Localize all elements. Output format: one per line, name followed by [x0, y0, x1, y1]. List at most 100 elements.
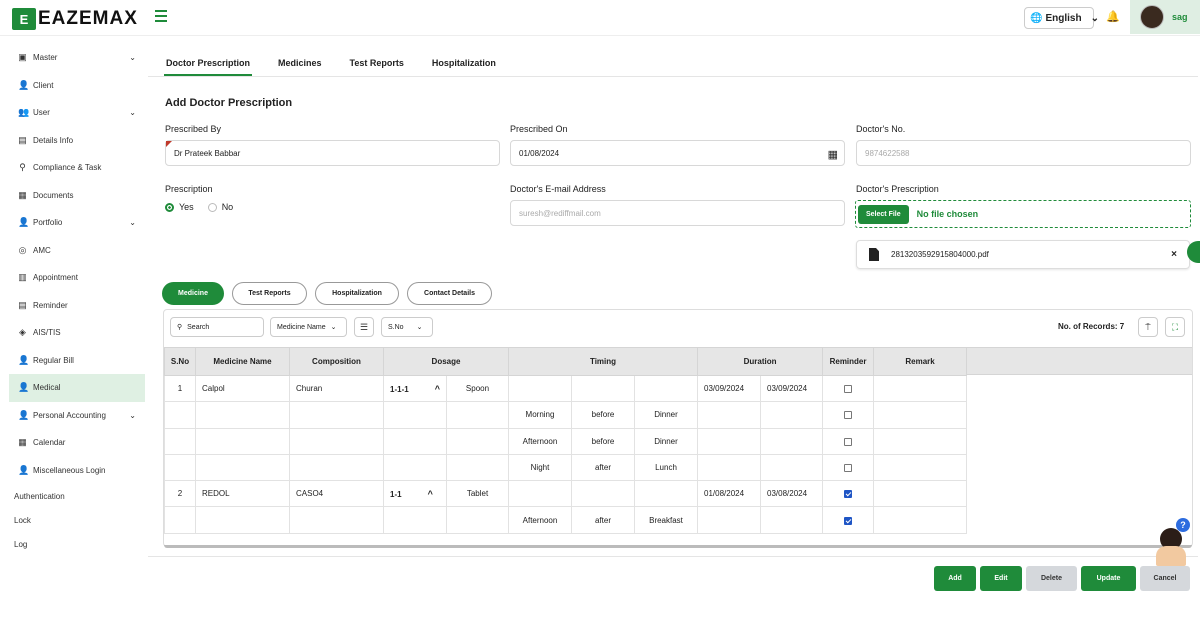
- sidebar-item-medical[interactable]: 👤 Medical: [9, 374, 145, 402]
- sidebar-item-lock[interactable]: Lock: [0, 508, 145, 532]
- uploaded-file-card: 2813203592915804000.pdf ×: [856, 240, 1190, 269]
- sidebar-item-label: Details Info: [33, 135, 74, 145]
- sidebar-item-ais-tis[interactable]: ◈ AIS/TIS: [0, 319, 145, 347]
- sidebar-item-reminder[interactable]: ▤ Reminder: [0, 292, 145, 320]
- table-row[interactable]: 1 Calpol Churan 1-1-1 ^ Spoon 03/09/2024 03/09/…: [164, 374, 968, 403]
- reminder-checkbox[interactable]: [844, 490, 853, 499]
- sidebar-item-appointment[interactable]: ▥ Appointment: [0, 264, 145, 292]
- sidebar-item-compliance-task[interactable]: ⚲ Compliance & Task: [0, 154, 145, 182]
- uploaded-file-name[interactable]: 2813203592915804000.pdf: [891, 250, 989, 259]
- delete-button[interactable]: Delete: [1026, 566, 1077, 591]
- tab-test-reports[interactable]: Test Reports: [348, 52, 406, 76]
- doctor-prescription-label: Doctor's Prescription: [856, 184, 939, 194]
- col-composition[interactable]: Composition: [289, 347, 384, 376]
- sidebar-item-portfolio[interactable]: 👤 Portfolio ⌄: [0, 209, 145, 237]
- sidebar-item-label: AIS/TIS: [33, 328, 61, 338]
- user-menu[interactable]: sag: [1130, 0, 1200, 34]
- reminder-checkbox[interactable]: [844, 411, 853, 420]
- doctor-email-field[interactable]: suresh@rediffmail.com: [510, 200, 845, 226]
- add-button[interactable]: Add: [934, 566, 976, 591]
- col-remark[interactable]: Remark: [873, 347, 968, 376]
- sidebar-item-regular-bill[interactable]: 👤 Regular Bill: [0, 347, 145, 375]
- chevron-up-icon[interactable]: ^: [428, 489, 433, 499]
- cell-reminder: [822, 401, 875, 429]
- sidebar-item-calendar[interactable]: ▦ Calendar: [0, 429, 145, 457]
- sidebar-item-client[interactable]: 👤 Client: [0, 72, 145, 100]
- sidebar-item-master[interactable]: ▣ Master ⌄: [0, 44, 145, 72]
- col-medicine-name[interactable]: Medicine Name: [195, 347, 290, 376]
- cell-t2: [571, 374, 635, 403]
- sidebar-item-label: Documents: [33, 190, 74, 200]
- cell-text: REDOL: [202, 489, 230, 499]
- cell-comp: Churan: [289, 374, 384, 403]
- menu-toggle-icon[interactable]: [155, 10, 167, 22]
- help-assistant[interactable]: ?: [1152, 518, 1192, 566]
- sort-field-select[interactable]: S.No ⌄: [381, 317, 433, 337]
- doctor-no-field[interactable]: 9874622588: [856, 140, 1191, 166]
- sidebar-item-authentication[interactable]: Authentication: [0, 484, 145, 508]
- table-row[interactable]: Afternoon before Dinner: [164, 427, 968, 455]
- tab-doctor-prescription[interactable]: Doctor Prescription: [164, 52, 253, 76]
- sidebar-item-documents[interactable]: ▦ Documents: [0, 182, 145, 210]
- prescribed-on-field[interactable]: 01/08/2024 ▦: [510, 140, 845, 166]
- col-duration[interactable]: Duration: [697, 347, 824, 376]
- avatar: [1140, 5, 1164, 29]
- chevron-up-icon[interactable]: ^: [435, 384, 440, 394]
- calendar-icon[interactable]: ▦: [828, 148, 838, 161]
- yes-label: Yes: [179, 202, 194, 212]
- prescribed-by-field[interactable]: Dr Prateek Babbar: [165, 140, 500, 166]
- subtab-medicine[interactable]: Medicine: [162, 282, 224, 305]
- cell-t3: Dinner: [633, 427, 699, 455]
- tab-hospitalization[interactable]: Hospitalization: [430, 52, 498, 76]
- prescription-no-radio[interactable]: No: [207, 202, 233, 212]
- cell-t1: Morning: [508, 401, 572, 429]
- cell-sno: 1: [164, 374, 196, 403]
- reminder-checkbox[interactable]: [844, 516, 853, 525]
- sidebar-item-log[interactable]: Log: [0, 532, 145, 556]
- search-input[interactable]: ⚲ Search: [170, 317, 264, 337]
- reminder-checkbox[interactable]: [844, 463, 853, 472]
- col-timing[interactable]: Timing: [507, 347, 699, 376]
- subtab-test-reports[interactable]: Test Reports: [232, 282, 307, 305]
- sidebar-item-personal-accounting[interactable]: 👤 Personal Accounting ⌄: [0, 402, 145, 430]
- edit-button[interactable]: Edit: [980, 566, 1022, 591]
- sidebar-item-miscellaneous-login[interactable]: 👤 Miscellaneous Login: [0, 457, 145, 485]
- cell-t3: Dinner: [633, 401, 699, 429]
- col-sno[interactable]: S.No: [164, 347, 196, 376]
- bell-icon[interactable]: 🔔: [1106, 10, 1120, 23]
- remove-file-icon[interactable]: ×: [1171, 249, 1177, 260]
- subtab-contact-details[interactable]: Contact Details: [407, 282, 492, 305]
- cell-to: 03/08/2024: [760, 480, 824, 508]
- language-selector[interactable]: 🌐 English ⌄: [1024, 7, 1099, 29]
- app-logo[interactable]: E EAZEMAX: [12, 8, 138, 30]
- reminder-checkbox[interactable]: [844, 437, 853, 446]
- sidebar-item-details-info[interactable]: ▤ Details Info: [0, 127, 145, 155]
- sidebar-item-label: Medical: [33, 383, 61, 393]
- col-reminder[interactable]: Reminder: [822, 347, 875, 376]
- tab-medicines[interactable]: Medicines: [276, 52, 324, 76]
- table-row[interactable]: Morning before Dinner: [164, 401, 968, 429]
- prescription-yes-radio[interactable]: Yes: [165, 202, 194, 212]
- sidebar-item-user[interactable]: 👥 User ⌄: [0, 99, 145, 127]
- subtab-hospitalization[interactable]: Hospitalization: [315, 282, 399, 305]
- reminder-checkbox[interactable]: [844, 385, 853, 394]
- cell-sno: [164, 427, 196, 455]
- sidebar-item-label: Portfolio: [33, 218, 63, 228]
- column-filter-icon[interactable]: ⍑: [1138, 317, 1158, 337]
- table-row[interactable]: Afternoon after Breakfast: [164, 506, 968, 534]
- file-upload-field[interactable]: Select File No file chosen: [855, 200, 1191, 228]
- cell-unit: [446, 427, 509, 455]
- expand-icon[interactable]: ⛶: [1165, 317, 1185, 337]
- sidebar-item-amc[interactable]: ◎ AMC: [0, 237, 145, 265]
- cell-to: 03/09/2024: [760, 374, 824, 403]
- cancel-button[interactable]: Cancel: [1140, 566, 1190, 591]
- wallet-icon: 👤: [18, 409, 30, 420]
- filter-field-select[interactable]: Medicine Name ⌄: [270, 317, 347, 337]
- col-dosage[interactable]: Dosage: [383, 347, 509, 376]
- select-file-button[interactable]: Select File: [858, 204, 909, 224]
- calendar-icon: ▦: [18, 437, 27, 448]
- update-button[interactable]: Update: [1081, 566, 1136, 591]
- filter-icon[interactable]: ☰: [354, 317, 374, 337]
- table-row[interactable]: 2 REDOL CASO4 1-1 ^ Tablet 01/08/2024 03/08/202…: [164, 480, 968, 508]
- table-row[interactable]: Night after Lunch: [164, 453, 968, 482]
